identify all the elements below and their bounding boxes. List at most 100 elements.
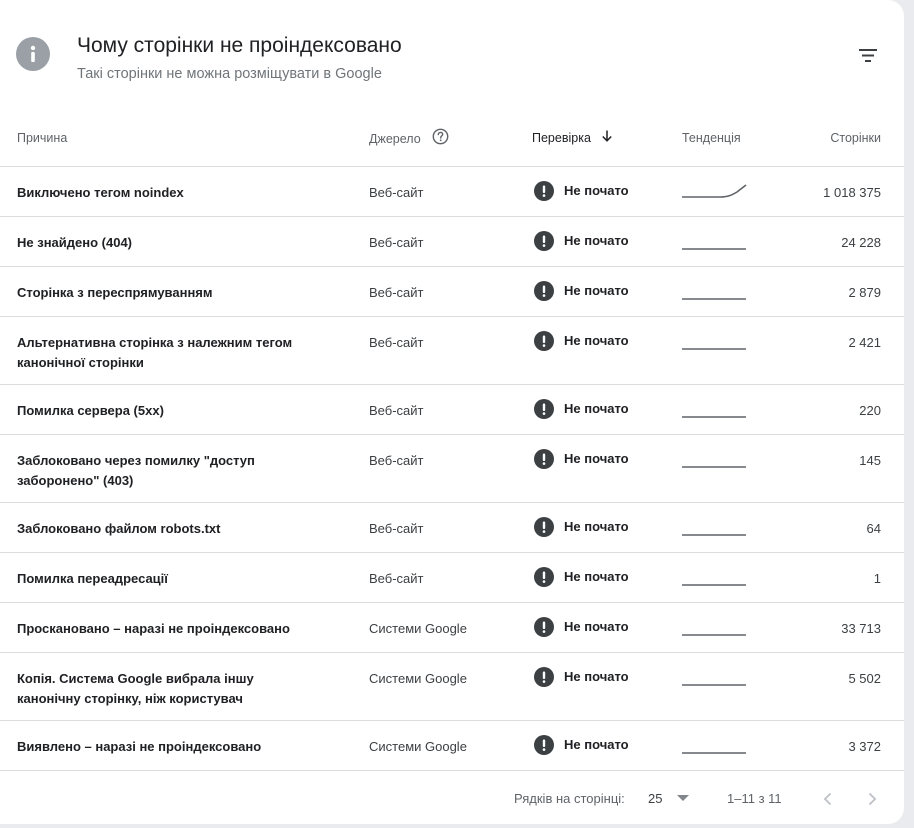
trend-sparkline — [682, 279, 748, 301]
pages-cell: 1 018 375 — [823, 185, 881, 200]
source-cell: Веб-сайт — [369, 521, 424, 536]
warning-icon — [534, 616, 554, 637]
table-row[interactable]: Помилка переадресації Веб-сайт Не почато… — [0, 553, 904, 603]
table-row[interactable]: Заблоковано файлом robots.txt Веб-сайт Н… — [0, 503, 904, 553]
pages-cell: 2 879 — [848, 285, 881, 300]
chevron-right-icon — [868, 792, 877, 806]
status-cell: Не почато — [534, 180, 629, 201]
reason-cell: Заблоковано через помилку "доступ заборо… — [17, 453, 255, 488]
pages-cell: 2 421 — [848, 335, 881, 350]
table-row[interactable]: Помилка сервера (5xx) Веб-сайт Не почато… — [0, 385, 904, 435]
source-cell: Веб-сайт — [369, 285, 424, 300]
status-cell: Не почато — [534, 330, 629, 351]
source-cell: Веб-сайт — [369, 235, 424, 250]
warning-icon — [534, 398, 554, 419]
status-text: Не почато — [564, 618, 629, 634]
reason-cell: Виявлено – наразі не проіндексовано — [17, 739, 262, 754]
status-text: Не почато — [564, 400, 629, 416]
table-row[interactable]: Сторінка з переспрямуванням Веб-сайт Не … — [0, 267, 904, 317]
status-cell: Не почато — [534, 616, 629, 637]
status-text: Не почато — [564, 332, 629, 348]
warning-icon — [534, 734, 554, 755]
trend-sparkline — [682, 397, 748, 419]
table-row[interactable]: Копія. Система Google вибрала іншу канон… — [0, 653, 904, 721]
source-cell: Веб-сайт — [369, 571, 424, 586]
reason-cell: Заблоковано файлом robots.txt — [17, 521, 221, 536]
page-subtitle: Такі сторінки не можна розміщувати в Goo… — [77, 66, 382, 82]
info-icon — [16, 37, 50, 71]
reason-cell: Альтернативна сторінка з належним тегом … — [17, 335, 293, 370]
status-cell: Не почато — [534, 566, 629, 587]
column-header-check[interactable]: Перевірка — [532, 130, 614, 146]
status-cell: Не почато — [534, 734, 629, 755]
status-text: Не почато — [564, 232, 629, 248]
table-row[interactable]: Альтернативна сторінка з належним тегом … — [0, 317, 904, 385]
source-cell: Веб-сайт — [369, 453, 424, 468]
source-cell: Системи Google — [369, 671, 467, 686]
previous-page-button[interactable] — [816, 787, 840, 811]
help-icon[interactable] — [432, 128, 449, 148]
status-cell: Не почато — [534, 398, 629, 419]
reason-cell: Копія. Система Google вибрала іншу канон… — [17, 671, 254, 706]
rows-per-page-label: Рядків на сторінці: — [514, 791, 625, 806]
pages-cell: 33 713 — [841, 621, 881, 636]
card-header: Чому сторінки не проіндексовано Такі сто… — [0, 0, 904, 112]
trend-sparkline — [682, 565, 748, 587]
column-header-check-label: Перевірка — [532, 131, 591, 145]
column-header-source-label: Джерело — [369, 131, 421, 146]
pages-cell: 1 — [873, 571, 881, 586]
table-row[interactable]: Заблоковано через помилку "доступ заборо… — [0, 435, 904, 503]
status-cell: Не почато — [534, 666, 629, 687]
source-cell: Веб-сайт — [369, 335, 424, 350]
status-cell: Не почато — [534, 280, 629, 301]
pages-cell: 145 — [859, 453, 881, 468]
trend-sparkline — [682, 515, 748, 537]
trend-sparkline — [682, 179, 748, 201]
column-header-reason[interactable]: Причина — [17, 131, 67, 145]
trend-sparkline — [682, 447, 748, 469]
warning-icon — [534, 448, 554, 469]
table-row[interactable]: Не знайдено (404) Веб-сайт Не почато 24 … — [0, 217, 904, 267]
trend-sparkline — [682, 615, 748, 637]
caret-down-icon — [676, 791, 690, 810]
pages-cell: 24 228 — [841, 235, 881, 250]
table-row[interactable]: Виключено тегом noindex Веб-сайт Не поча… — [0, 167, 904, 217]
reason-cell: Помилка переадресації — [17, 571, 168, 586]
table-header: Причина Джерело Перевірка Тенденція Стор… — [0, 112, 904, 167]
status-cell: Не почато — [534, 230, 629, 251]
column-header-source[interactable]: Джерело — [369, 128, 449, 148]
reason-cell: Не знайдено (404) — [17, 235, 133, 250]
status-text: Не почато — [564, 736, 629, 752]
source-cell: Системи Google — [369, 621, 467, 636]
table-row[interactable]: Виявлено – наразі не проіндексовано Сист… — [0, 721, 904, 771]
warning-icon — [534, 330, 554, 351]
trend-sparkline — [682, 229, 748, 251]
source-cell: Веб-сайт — [369, 403, 424, 418]
warning-icon — [534, 516, 554, 537]
status-text: Не почато — [564, 668, 629, 684]
pages-cell: 5 502 — [848, 671, 881, 686]
warning-icon — [534, 230, 554, 251]
status-cell: Не почато — [534, 448, 629, 469]
trend-sparkline — [682, 329, 748, 351]
trend-sparkline — [682, 733, 748, 755]
warning-icon — [534, 566, 554, 587]
filter-icon[interactable] — [852, 40, 884, 72]
warning-icon — [534, 280, 554, 301]
reason-cell: Виключено тегом noindex — [17, 185, 184, 200]
status-text: Не почато — [564, 518, 629, 534]
source-cell: Системи Google — [369, 739, 467, 754]
pages-cell: 3 372 — [848, 739, 881, 754]
status-text: Не почато — [564, 182, 629, 198]
issues-table: Причина Джерело Перевірка Тенденція Стор… — [0, 112, 904, 771]
warning-icon — [534, 180, 554, 201]
column-header-trend: Тенденція — [682, 131, 741, 145]
status-cell: Не почато — [534, 516, 629, 537]
pagination: Рядків на сторінці: 25 1–11 з 11 — [0, 771, 904, 824]
table-row[interactable]: Проскановано – наразі не проіндексовано … — [0, 603, 904, 653]
pages-cell: 220 — [859, 403, 881, 418]
column-header-pages[interactable]: Сторінки — [830, 131, 881, 145]
next-page-button[interactable] — [860, 787, 884, 811]
trend-sparkline — [682, 665, 748, 687]
page-title: Чому сторінки не проіндексовано — [77, 34, 402, 57]
